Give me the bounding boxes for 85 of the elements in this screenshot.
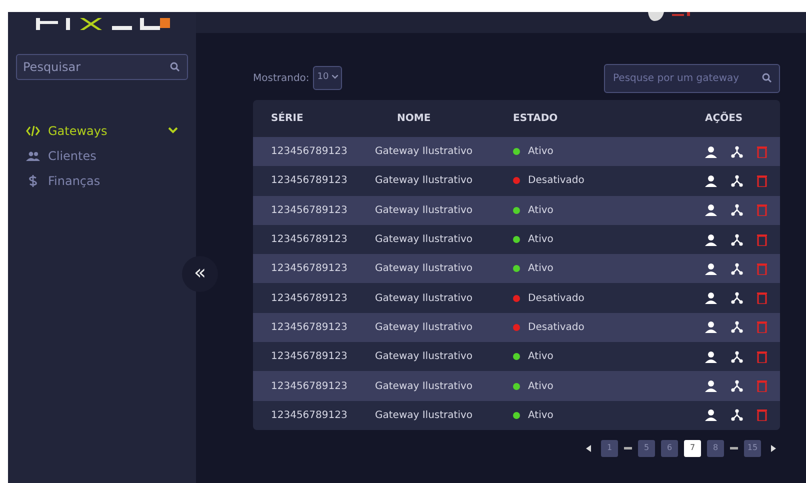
table-cell-text: 123456789123: [270, 320, 348, 335]
table-cell-text: 123456789123: [270, 145, 348, 160]
column-header: SÉRIE: [270, 111, 304, 126]
page-button[interactable]: 15: [744, 440, 761, 457]
table-cell-text: Gateway Ilustrativo: [375, 320, 474, 335]
status-text: Ativo: [528, 145, 554, 160]
trash-icon[interactable]: [757, 409, 767, 422]
user-icon[interactable]: [705, 292, 717, 304]
network-icon[interactable]: [731, 409, 743, 422]
showing-label: Mostrando:: [253, 72, 310, 86]
network-icon[interactable]: [731, 234, 743, 246]
gateway-search-field[interactable]: Pesquse por um gateway: [604, 64, 780, 92]
table-cell-text: Gateway Ilustrativo: [375, 408, 474, 423]
search-field[interactable]: Pesquisar: [16, 54, 188, 80]
trash-icon[interactable]: [757, 350, 767, 363]
page-button[interactable]: 1: [601, 440, 618, 457]
trash-icon[interactable]: [757, 292, 767, 304]
trash-icon[interactable]: [757, 174, 767, 187]
status-text: Ativo: [528, 350, 554, 364]
avatar-icon: [646, 12, 666, 22]
table-cell-text: Gateway Ilustrativo: [375, 262, 474, 276]
previous-icon[interactable]: [586, 444, 591, 452]
sidebar-item[interactable]: Finanças: [16, 168, 188, 193]
table-cell-text: Gateway Ilustrativo: [375, 292, 474, 306]
page-button[interactable]: 5: [638, 440, 655, 457]
code-icon: [26, 124, 40, 136]
status-text: Ativo: [528, 204, 554, 218]
ellipsis-icon: [730, 446, 738, 450]
chevron-icon: [168, 127, 178, 134]
dollar-icon: [26, 174, 40, 186]
column-header: NOME: [396, 112, 432, 126]
table-cell-text: 123456789123: [270, 350, 348, 364]
table-cell-text: 123456789123: [270, 233, 348, 248]
network-icon[interactable]: [731, 174, 743, 187]
table-cell-text: Gateway Ilustrativo: [375, 145, 474, 160]
column-header: AÇÕES: [704, 111, 744, 126]
network-icon[interactable]: [731, 321, 743, 334]
table-cell-text: Gateway Ilustrativo: [375, 174, 474, 188]
user-icon[interactable]: [705, 262, 717, 275]
table-cell-text: 123456789123: [270, 408, 348, 423]
table-cell-text: 123456789123: [270, 292, 348, 306]
network-icon[interactable]: [731, 350, 743, 363]
search-icon: [170, 62, 180, 72]
network-icon[interactable]: [731, 292, 743, 304]
user-icon[interactable]: [705, 234, 717, 246]
table-cell-text: Gateway Ilustrativo: [375, 350, 474, 364]
caret-icon: [332, 74, 338, 79]
user-icon[interactable]: [705, 409, 717, 422]
user-icon[interactable]: [705, 350, 717, 363]
column-header: ESTADO: [513, 112, 559, 126]
ellipsis-icon: [624, 446, 632, 450]
status-text: Desativado: [528, 320, 584, 335]
table-cell-text: Gateway Ilustrativo: [375, 233, 474, 248]
user-icon[interactable]: [705, 321, 717, 334]
sidebar-item[interactable]: Clientes: [16, 143, 188, 168]
user-icon[interactable]: [705, 174, 717, 187]
network-icon[interactable]: [731, 146, 743, 158]
table-cell-text: Gateway Ilustrativo: [375, 204, 474, 218]
status-text: Desativado: [528, 292, 584, 306]
status-text: Ativo: [528, 380, 554, 394]
search-icon: [762, 73, 772, 83]
table-cell-text: 123456789123: [270, 174, 348, 188]
network-icon[interactable]: [731, 204, 743, 216]
table-cell-text: 123456789123: [270, 204, 348, 218]
user-icon[interactable]: [705, 204, 717, 216]
user-icon[interactable]: [705, 146, 717, 158]
trash-icon[interactable]: [757, 234, 767, 246]
status-text: Ativo: [528, 233, 554, 248]
status-text: Ativo: [528, 262, 554, 276]
sidebar-item[interactable]: Gateways: [16, 118, 188, 143]
page-button[interactable]: 6: [661, 440, 678, 457]
table-cell-text: 123456789123: [270, 380, 348, 394]
network-icon[interactable]: [731, 380, 743, 392]
users-icon: [26, 150, 40, 162]
status-text: Ativo: [528, 408, 554, 423]
page-button[interactable]: 7: [684, 440, 701, 457]
next-icon[interactable]: [771, 444, 776, 452]
network-icon[interactable]: [731, 262, 743, 275]
user-icon[interactable]: [705, 380, 717, 392]
page-button[interactable]: 8: [707, 440, 724, 457]
collapse-button[interactable]: «: [182, 256, 218, 292]
table-cell-text: Gateway Ilustrativo: [375, 380, 474, 394]
table-cell-text: 123456789123: [270, 262, 348, 276]
page-size-select[interactable]: 10: [313, 66, 342, 90]
status-text: Desativado: [528, 174, 584, 188]
